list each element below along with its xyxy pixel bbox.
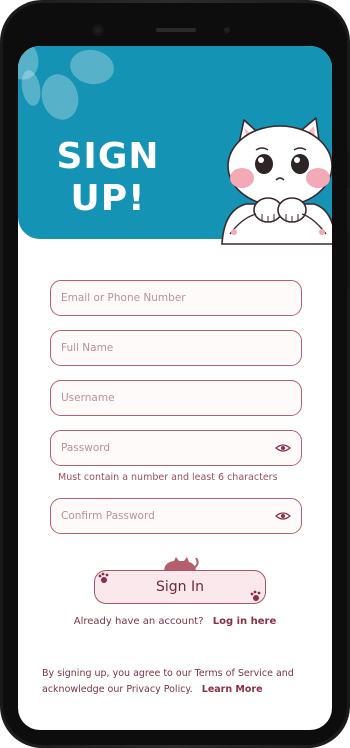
learn-more-link[interactable]: Learn More xyxy=(202,684,263,695)
full-name-field[interactable]: Full Name xyxy=(50,330,302,366)
cat-mascot-icon xyxy=(221,117,332,245)
paw-print-icon xyxy=(19,68,43,108)
full-name-placeholder: Full Name xyxy=(61,342,114,354)
paw-print-icon xyxy=(98,572,109,583)
username-placeholder: Username xyxy=(61,392,115,404)
terms-notice: By signing up, you agree to our Terms of… xyxy=(42,666,314,698)
email-field[interactable]: Email or Phone Number xyxy=(50,280,302,316)
password-hint: Must contain a number and least 6 charac… xyxy=(58,472,278,483)
paw-print-icon xyxy=(250,590,261,601)
phone-frame: SIGN UP! Email or Phone Number Full Name… xyxy=(0,0,350,748)
password-placeholder: Password xyxy=(61,442,111,454)
username-field[interactable]: Username xyxy=(50,380,302,416)
sign-in-button[interactable]: Sign In xyxy=(94,570,266,604)
app-screen: SIGN UP! Email or Phone Number Full Name… xyxy=(18,46,332,730)
login-prompt-text: Already have an account? xyxy=(73,616,204,627)
earpiece-speaker xyxy=(156,28,196,32)
title-line-2: UP! xyxy=(70,178,146,219)
sign-in-group: Sign In xyxy=(94,554,266,606)
email-placeholder: Email or Phone Number xyxy=(61,292,186,304)
front-camera-icon xyxy=(92,24,104,36)
paw-print-icon xyxy=(67,46,117,88)
title-line-1: SIGN xyxy=(56,136,160,177)
confirm-password-field[interactable]: Confirm Password xyxy=(50,498,302,534)
eye-icon[interactable] xyxy=(275,511,291,521)
password-field[interactable]: Password xyxy=(50,430,302,466)
sensor-icon xyxy=(224,27,230,33)
login-link[interactable]: Log in here xyxy=(213,616,277,627)
eye-icon[interactable] xyxy=(275,443,291,453)
page-title: SIGN UP! xyxy=(48,136,168,220)
login-prompt-row: Already have an account? Log in here xyxy=(18,616,332,627)
confirm-password-placeholder: Confirm Password xyxy=(61,510,155,522)
